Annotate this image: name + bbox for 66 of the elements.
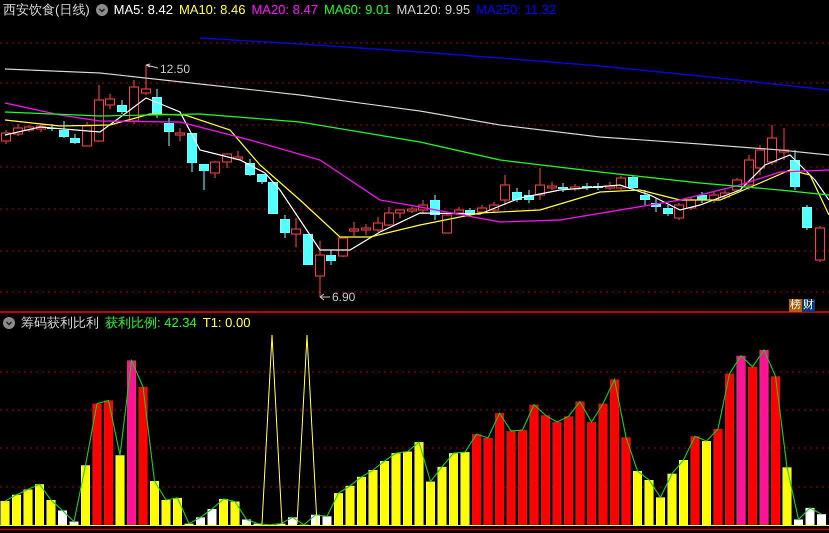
candlestick bbox=[744, 154, 754, 190]
candlestick bbox=[465, 208, 475, 218]
candlestick bbox=[36, 124, 46, 132]
candlestick bbox=[430, 194, 440, 220]
candlestick bbox=[558, 182, 568, 192]
candlestick bbox=[709, 192, 719, 204]
candlestick bbox=[303, 234, 313, 266]
candlestick bbox=[802, 204, 812, 230]
low-price-label: 6.90 bbox=[332, 290, 356, 304]
candlestick bbox=[349, 222, 359, 236]
candlestick bbox=[570, 184, 580, 192]
candlestick bbox=[720, 190, 730, 200]
dropdown-icon[interactable] bbox=[96, 4, 108, 16]
profit-ratio-bar bbox=[794, 519, 803, 525]
profit-ratio-bar bbox=[322, 516, 332, 525]
badge-character[interactable]: 财 bbox=[802, 299, 815, 312]
moving-average-value: MA5: 8.42 bbox=[114, 1, 173, 20]
profit-ratio-bar bbox=[806, 508, 814, 525]
profit-ratio-bar bbox=[817, 514, 826, 525]
moving-average-value: MA60: 9.01 bbox=[324, 1, 390, 20]
candlestick bbox=[152, 88, 162, 118]
dropdown-icon[interactable] bbox=[3, 317, 15, 329]
profit-ratio-bar bbox=[208, 508, 216, 525]
candlestick bbox=[651, 198, 661, 212]
candlestick bbox=[790, 150, 800, 190]
candlestick bbox=[547, 182, 557, 190]
candlestick bbox=[245, 158, 255, 176]
candlestick bbox=[442, 212, 452, 234]
candlestick bbox=[454, 206, 464, 216]
leader-line bbox=[320, 294, 330, 300]
moving-average-value: MA120: 9.95 bbox=[396, 1, 470, 20]
moving-average-value: MA10: 8.46 bbox=[178, 1, 246, 20]
candlestick bbox=[767, 124, 777, 166]
moving-average-value: MA250: 11.32 bbox=[476, 1, 556, 20]
moving-average-value: MA20: 8.47 bbox=[251, 1, 318, 20]
chart-title: 西安饮食(日线) bbox=[3, 1, 90, 20]
profit-ratio-bar bbox=[70, 522, 78, 525]
indicator-title: 筹码获利比利 bbox=[21, 314, 99, 332]
candlestick bbox=[628, 176, 638, 190]
candlestick bbox=[117, 100, 127, 114]
candlestick bbox=[732, 178, 742, 192]
high-price-label: 12.50 bbox=[160, 62, 190, 76]
candlestick bbox=[686, 196, 696, 210]
candlestick bbox=[815, 226, 825, 262]
candlestick bbox=[338, 238, 348, 258]
candlestick bbox=[697, 192, 707, 204]
candlestick bbox=[640, 190, 650, 206]
profit-ratio-bar bbox=[196, 517, 205, 525]
candlestick bbox=[477, 204, 487, 214]
candlestick bbox=[129, 80, 139, 124]
candlestick bbox=[512, 188, 522, 202]
leader-line bbox=[146, 64, 158, 68]
candlestick bbox=[82, 122, 92, 146]
candlestick bbox=[779, 128, 789, 160]
candlestick bbox=[141, 64, 151, 96]
candlestick bbox=[280, 214, 290, 238]
candlestick bbox=[1, 130, 11, 144]
candlestick bbox=[291, 218, 301, 248]
badge-character[interactable]: 榜 bbox=[789, 299, 802, 312]
candlestick bbox=[755, 144, 765, 176]
candlestick bbox=[361, 224, 371, 236]
indicator-value: T1: 0.00 bbox=[202, 314, 250, 332]
indicator-value: 获利比例: 42.34 bbox=[105, 314, 197, 332]
candlestick bbox=[373, 216, 383, 232]
candlestick bbox=[187, 132, 197, 172]
profit-ratio-bar bbox=[58, 510, 67, 525]
